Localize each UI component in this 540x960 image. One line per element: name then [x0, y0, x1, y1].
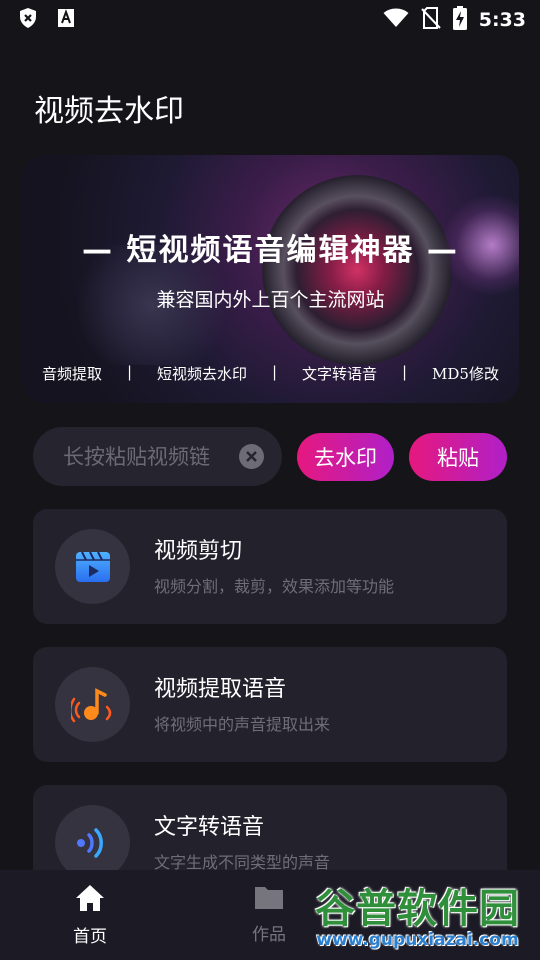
feature-title: 视频剪切: [154, 539, 243, 564]
status-time: 5:33: [478, 9, 526, 31]
video-link-input[interactable]: [63, 427, 223, 486]
watermark-url: www.gupuxiazai.com: [316, 930, 519, 950]
battery-charging-icon: [452, 6, 467, 34]
page-title: 视频去水印: [34, 94, 184, 129]
wifi-icon: [383, 8, 409, 32]
remove-watermark-button[interactable]: 去水印: [297, 433, 394, 481]
banner-lens-image: [262, 175, 452, 365]
feature-description: 将视频中的声音提取出来: [154, 715, 331, 734]
site-watermark: 谷普软件园 www.gupuxiazai.com: [295, 872, 540, 960]
status-left: [18, 7, 76, 29]
banner-title: — 短视频语音编辑神器 —: [82, 233, 459, 268]
banner-tag: 短视频去水印: [157, 365, 248, 383]
status-right: 5:33: [383, 6, 526, 34]
banner-tag: 音频提取: [42, 365, 103, 383]
home-icon: [75, 884, 105, 916]
music-note-icon: [55, 667, 130, 742]
font-a-icon: [56, 7, 76, 29]
banner-tag-separator: |: [402, 363, 408, 381]
sound-wave-icon: [55, 805, 130, 880]
banner-tag-separator: |: [126, 363, 133, 381]
link-input-box: [33, 427, 282, 486]
no-sim-icon: [421, 7, 441, 33]
feature-description: 视频分割，裁剪，效果添加等功能: [154, 577, 395, 596]
nav-item-home[interactable]: 首页: [50, 884, 130, 947]
banner-tags: 音频提取 | 短视频去水印 | 文字转语音 | MD5修改: [42, 363, 499, 384]
banner-tag: MD5修改: [432, 365, 499, 383]
feature-title: 视频提取语音: [154, 677, 287, 702]
folder-icon: [254, 884, 284, 914]
banner-tag-separator: |: [272, 363, 278, 381]
paste-button[interactable]: 粘贴: [409, 433, 507, 481]
feature-card-extract-audio[interactable]: 视频提取语音 将视频中的声音提取出来: [33, 647, 507, 762]
banner-tag: 文字转语音: [302, 365, 378, 383]
banner-subtitle: 兼容国内外上百个主流网站: [156, 289, 385, 311]
feature-title: 文字转语音: [154, 815, 265, 840]
feature-card-video-cut[interactable]: 视频剪切 视频分割，裁剪，效果添加等功能: [33, 509, 507, 624]
shield-x-icon: [18, 7, 38, 29]
nav-label: 首页: [73, 927, 107, 947]
clapperboard-play-icon: [55, 529, 130, 604]
promo-banner[interactable]: — 短视频语音编辑神器 — 兼容国内外上百个主流网站 音频提取 | 短视频去水印…: [22, 155, 519, 403]
clear-icon[interactable]: [239, 444, 264, 469]
watermark-text: 谷普软件园: [315, 886, 520, 932]
status-bar: 5:33: [0, 0, 540, 36]
nav-label: 作品: [252, 925, 286, 945]
